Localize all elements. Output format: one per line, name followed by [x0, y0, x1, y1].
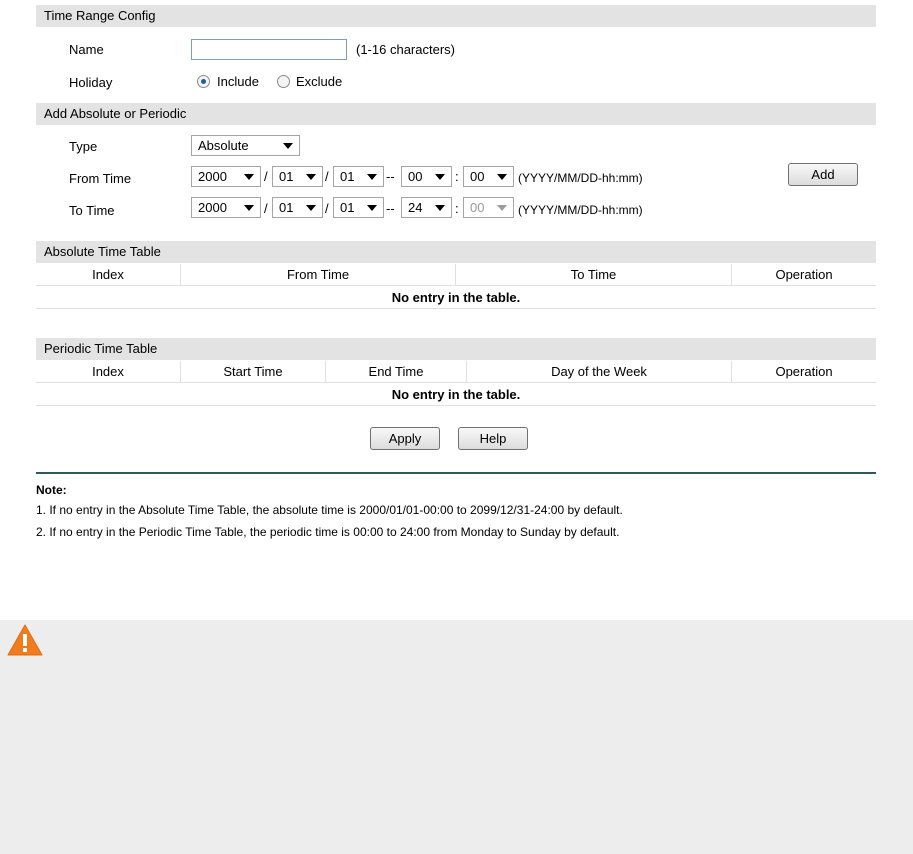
absolute-table-header: Index From Time To Time Operation [36, 264, 876, 286]
from-month-select[interactable]: 01 [272, 166, 323, 187]
section-add-absolute-periodic: Add Absolute or Periodic [36, 103, 876, 125]
to-format-hint: (YYYY/MM/DD-hh:mm) [518, 203, 643, 217]
warning-panel [0, 620, 913, 854]
warning-icon [6, 623, 44, 660]
to-minute-select: 00 [463, 197, 514, 218]
from-hour-select[interactable]: 00 [401, 166, 452, 187]
note-divider [36, 472, 876, 474]
chevron-down-icon [497, 174, 507, 180]
date-separator: / [264, 169, 268, 184]
column-end-time: End Time [326, 361, 467, 383]
column-day-of-week: Day of the Week [467, 361, 732, 383]
note-item-2: 2. If no entry in the Periodic Time Tabl… [36, 525, 620, 539]
type-select[interactable]: Absolute [191, 135, 300, 156]
chevron-down-icon [367, 174, 377, 180]
column-index: Index [36, 361, 181, 383]
from-format-hint: (YYYY/MM/DD-hh:mm) [518, 171, 643, 185]
section-time-range-config: Time Range Config [36, 5, 876, 27]
chevron-down-icon [244, 205, 254, 211]
from-year-select[interactable]: 2000 [191, 166, 261, 187]
chevron-down-icon [435, 205, 445, 211]
time-separator: : [455, 169, 459, 184]
holiday-label: Holiday [69, 75, 113, 90]
note-item-1: 1. If no entry in the Absolute Time Tabl… [36, 503, 623, 517]
column-from-time: From Time [181, 264, 456, 286]
include-label: Include [217, 74, 259, 89]
type-label: Type [69, 139, 98, 154]
chevron-down-icon [367, 205, 377, 211]
date-time-separator: -- [386, 169, 395, 184]
chevron-down-icon [244, 174, 254, 180]
to-day-select[interactable]: 01 [333, 197, 384, 218]
exclude-label: Exclude [296, 74, 343, 89]
help-button[interactable]: Help [458, 427, 528, 450]
to-month-select[interactable]: 01 [272, 197, 323, 218]
from-minute-select[interactable]: 00 [463, 166, 514, 187]
note-title: Note: [36, 483, 67, 497]
periodic-table-header: Index Start Time End Time Day of the Wee… [36, 361, 876, 383]
column-index: Index [36, 264, 181, 286]
name-hint: (1-16 characters) [356, 42, 455, 57]
section-periodic-time-table: Periodic Time Table [36, 338, 876, 360]
chevron-down-icon [435, 174, 445, 180]
add-button[interactable]: Add [788, 163, 858, 186]
column-start-time: Start Time [181, 361, 326, 383]
chevron-down-icon [306, 205, 316, 211]
to-hour-select[interactable]: 24 [401, 197, 452, 218]
chevron-down-icon [306, 174, 316, 180]
column-to-time: To Time [456, 264, 732, 286]
date-time-separator: -- [386, 201, 395, 216]
holiday-exclude-radio[interactable] [277, 75, 290, 88]
date-separator: / [264, 201, 268, 216]
date-separator: / [325, 169, 329, 184]
column-operation: Operation [775, 267, 833, 282]
from-day-select[interactable]: 01 [333, 166, 384, 187]
periodic-table-empty-row: No entry in the table. [36, 384, 876, 406]
time-separator: : [455, 201, 459, 216]
from-time-label: From Time [69, 171, 132, 186]
name-label: Name [69, 42, 104, 57]
to-year-select[interactable]: 2000 [191, 197, 261, 218]
date-separator: / [325, 201, 329, 216]
to-time-label: To Time [69, 203, 115, 218]
column-operation: Operation [775, 364, 833, 379]
chevron-down-icon [283, 143, 293, 149]
apply-button[interactable]: Apply [370, 427, 440, 450]
absolute-table-empty-row: No entry in the table. [36, 287, 876, 309]
name-input[interactable] [191, 39, 347, 60]
chevron-down-icon [497, 205, 507, 211]
section-absolute-time-table: Absolute Time Table [36, 241, 876, 263]
holiday-include-radio[interactable] [197, 75, 210, 88]
